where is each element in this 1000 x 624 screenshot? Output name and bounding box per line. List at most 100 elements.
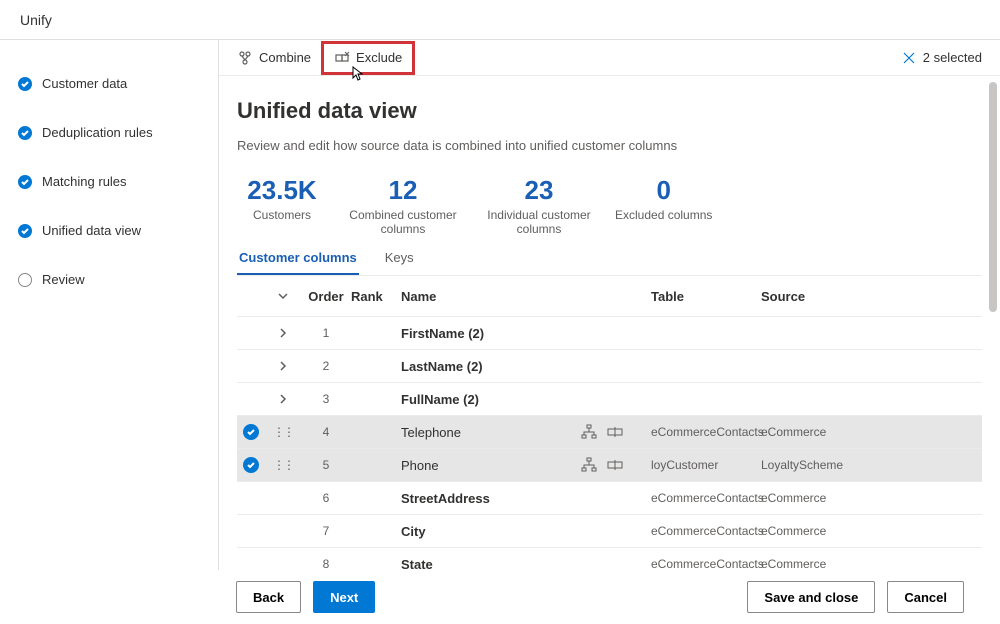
- row-name: FullName (2): [401, 392, 581, 407]
- row-name: StreetAddress: [401, 491, 581, 506]
- row-order: 8: [301, 557, 351, 571]
- stat-label: Combined customer columns: [343, 208, 463, 236]
- table-row[interactable]: 3 FullName (2): [237, 382, 982, 415]
- cancel-button[interactable]: Cancel: [887, 581, 964, 613]
- rename-icon[interactable]: [607, 457, 623, 473]
- step-item[interactable]: Matching rules: [18, 174, 218, 189]
- row-order: 3: [301, 392, 351, 406]
- next-button[interactable]: Next: [313, 581, 375, 613]
- stat-label: Excluded columns: [615, 208, 712, 222]
- chevron-right-icon[interactable]: [277, 393, 289, 405]
- chevron-right-icon[interactable]: [277, 360, 289, 372]
- row-table: loyCustomer: [651, 458, 761, 472]
- row-order: 2: [301, 359, 351, 373]
- row-name: FirstName (2): [401, 326, 581, 341]
- step-label: Matching rules: [42, 174, 127, 189]
- row-checkbox-checked-icon[interactable]: [243, 457, 259, 473]
- tab-customer-columns[interactable]: Customer columns: [237, 242, 359, 275]
- row-order: 5: [301, 458, 351, 472]
- step-label: Customer data: [42, 76, 127, 91]
- col-name[interactable]: Name: [401, 289, 581, 304]
- step-done-icon: [18, 224, 32, 238]
- back-button[interactable]: Back: [236, 581, 301, 613]
- scroll-thumb[interactable]: [989, 82, 997, 312]
- rename-icon[interactable]: [607, 424, 623, 440]
- row-source: eCommerce: [761, 557, 861, 571]
- step-label: Review: [42, 272, 85, 287]
- scrollbar[interactable]: [988, 82, 998, 564]
- row-source: eCommerce: [761, 524, 861, 538]
- table-row[interactable]: 7 City eCommerceContactseCommerce: [237, 514, 982, 547]
- step-pending-icon: [18, 273, 32, 287]
- step-item[interactable]: Deduplication rules: [18, 125, 218, 140]
- row-source: LoyaltyScheme: [761, 458, 861, 472]
- row-name: Phone: [401, 458, 581, 473]
- step-item[interactable]: Review: [18, 272, 218, 287]
- app-title: Unify: [20, 12, 52, 28]
- table-row[interactable]: 1 FirstName (2): [237, 316, 982, 349]
- steps-sidebar: Customer data Deduplication rules Matching…: [0, 40, 218, 624]
- table-header: Order Rank Name Table Source: [237, 276, 982, 316]
- row-checkbox-checked-icon[interactable]: [243, 424, 259, 440]
- group-icon[interactable]: [581, 457, 597, 473]
- drag-handle-icon[interactable]: ⋮⋮: [273, 425, 293, 439]
- row-table: eCommerceContacts: [651, 425, 761, 439]
- col-source[interactable]: Source: [761, 289, 861, 304]
- col-order[interactable]: Order: [301, 289, 351, 304]
- stat-value: 12: [343, 175, 463, 206]
- step-label: Deduplication rules: [42, 125, 153, 140]
- row-table: eCommerceContacts: [651, 557, 761, 571]
- group-icon[interactable]: [581, 424, 597, 440]
- table-row[interactable]: 6 StreetAddress eCommerceContactseCommerce: [237, 481, 982, 514]
- row-order: 1: [301, 326, 351, 340]
- row-name: LastName (2): [401, 359, 581, 374]
- stat-label: Customers: [237, 208, 327, 222]
- combine-icon: [237, 50, 253, 66]
- combine-button[interactable]: Combine: [227, 44, 321, 72]
- stat-item: 0 Excluded columns: [615, 175, 712, 236]
- exclude-label: Exclude: [356, 50, 402, 65]
- row-name: City: [401, 524, 581, 539]
- step-item[interactable]: Unified data view: [18, 223, 218, 238]
- stats-row: 23.5K Customers 12Combined customer column…: [237, 175, 982, 236]
- stat-item: 12Combined customer columns: [343, 175, 463, 236]
- page-header: Unified data view: [237, 98, 982, 124]
- row-table: eCommerceContacts: [651, 491, 761, 505]
- row-order: 6: [301, 491, 351, 505]
- table-row[interactable]: 2 LastName (2): [237, 349, 982, 382]
- step-label: Unified data view: [42, 223, 141, 238]
- chevron-right-icon[interactable]: [277, 327, 289, 339]
- selection-count[interactable]: 2 selected: [901, 50, 992, 66]
- stat-item: 23Individual customer columns: [479, 175, 599, 236]
- row-source: eCommerce: [761, 491, 861, 505]
- col-rank[interactable]: Rank: [351, 289, 401, 304]
- col-table[interactable]: Table: [651, 289, 761, 304]
- page-description: Review and edit how source data is combi…: [237, 138, 982, 153]
- exclude-button[interactable]: Exclude: [321, 41, 415, 75]
- stat-value: 0: [615, 175, 712, 206]
- save-close-button[interactable]: Save and close: [747, 581, 875, 613]
- drag-handle-icon[interactable]: ⋮⋮: [273, 458, 293, 472]
- row-order: 7: [301, 524, 351, 538]
- row-name: Telephone: [401, 425, 581, 440]
- stat-value: 23.5K: [237, 175, 327, 206]
- row-order: 4: [301, 425, 351, 439]
- tabs: Customer columns Keys: [237, 242, 982, 276]
- stat-item: 23.5K Customers: [237, 175, 327, 236]
- clear-selection-icon: [901, 50, 917, 66]
- row-source: eCommerce: [761, 425, 861, 439]
- table-row[interactable]: ⋮⋮ 5 Phone loyCustomerLoyaltyScheme: [237, 448, 982, 481]
- table-row[interactable]: ⋮⋮ 4 Telephone eCommerceContactseCommerce: [237, 415, 982, 448]
- step-done-icon: [18, 77, 32, 91]
- tab-keys[interactable]: Keys: [383, 242, 416, 275]
- chevron-down-icon[interactable]: [277, 290, 289, 302]
- step-done-icon: [18, 175, 32, 189]
- title-bar: Unify: [0, 0, 1000, 40]
- cursor-icon: [348, 66, 364, 84]
- table-body: 1 FirstName (2) 2 LastName (2) 3 FullName (2)…: [237, 316, 982, 580]
- exclude-icon: [334, 50, 350, 66]
- row-table: eCommerceContacts: [651, 524, 761, 538]
- toolbar: Combine Exclude 2 selected: [219, 40, 1000, 76]
- step-done-icon: [18, 126, 32, 140]
- step-item[interactable]: Customer data: [18, 76, 218, 91]
